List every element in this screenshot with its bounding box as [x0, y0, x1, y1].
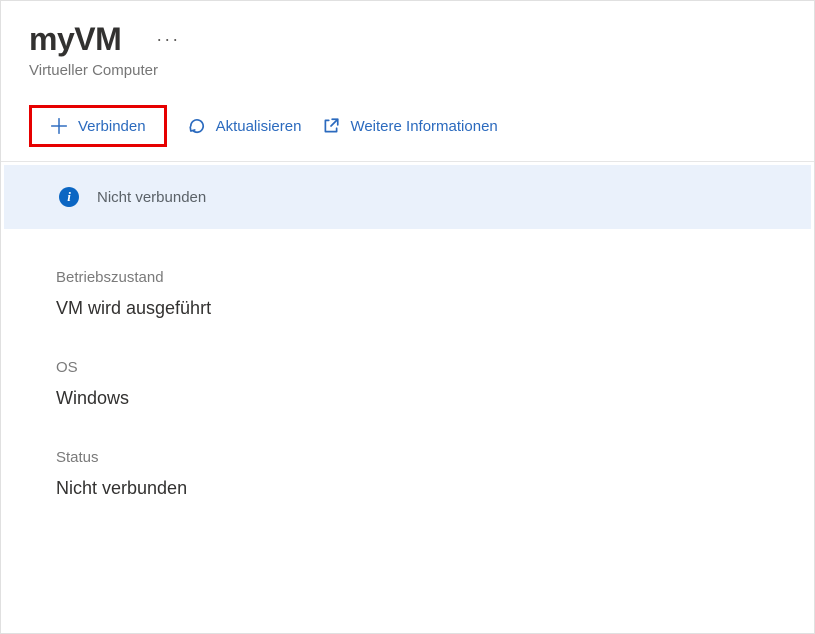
page-title: myVM: [29, 21, 121, 58]
refresh-label: Aktualisieren: [216, 118, 302, 135]
more-info-button[interactable]: Weitere Informationen: [308, 109, 511, 143]
operational-state-group: Betriebszustand VM wird ausgeführt: [56, 269, 759, 319]
banner-status-text: Nicht verbunden: [97, 189, 206, 206]
refresh-icon: [188, 117, 206, 135]
command-toolbar: Verbinden Aktualisieren Weitere Informat…: [1, 89, 814, 162]
status-group: Status Nicht verbunden: [56, 449, 759, 499]
os-value: Windows: [56, 388, 759, 409]
title-row: myVM ···: [29, 21, 786, 58]
os-group: OS Windows: [56, 359, 759, 409]
resource-type-subtitle: Virtueller Computer: [29, 62, 786, 79]
connect-label: Verbinden: [78, 118, 146, 135]
external-link-icon: [322, 117, 340, 135]
status-value: Nicht verbunden: [56, 478, 759, 499]
refresh-button[interactable]: Aktualisieren: [174, 109, 316, 143]
page-header: myVM ··· Virtueller Computer: [1, 1, 814, 89]
more-info-label: Weitere Informationen: [350, 118, 497, 135]
connect-button[interactable]: Verbinden: [29, 105, 167, 147]
connection-status-banner: i Nicht verbunden: [4, 165, 811, 229]
operational-state-value: VM wird ausgeführt: [56, 298, 759, 319]
status-label: Status: [56, 449, 759, 466]
details-section: Betriebszustand VM wird ausgeführt OS Wi…: [1, 229, 814, 579]
more-menu-button[interactable]: ···: [151, 24, 185, 55]
plus-icon: [50, 117, 68, 135]
operational-state-label: Betriebszustand: [56, 269, 759, 286]
os-label: OS: [56, 359, 759, 376]
info-icon: i: [59, 187, 79, 207]
